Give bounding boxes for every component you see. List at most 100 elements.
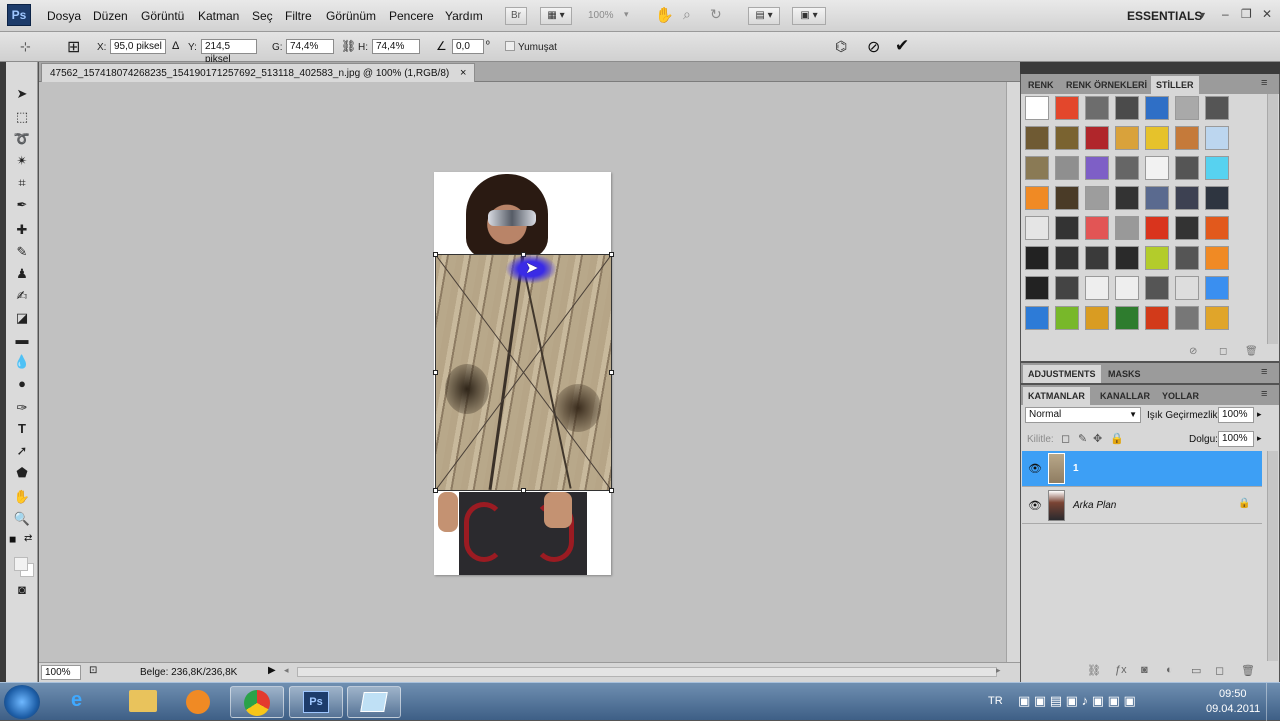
style-preset-swatch[interactable] [1115,246,1139,270]
style-preset-swatch[interactable] [1145,246,1169,270]
style-preset-swatch[interactable] [1205,126,1229,150]
fill-slider-icon[interactable]: ▸ [1257,433,1262,444]
style-preset-swatch[interactable] [1145,186,1169,210]
taskbar-media-player[interactable] [172,686,226,718]
extras-button[interactable]: ▦ ▾ [540,7,572,25]
tab-yollar[interactable]: YOLLAR [1157,387,1204,405]
antialias-checkbox[interactable] [505,41,515,51]
lasso-tool-icon[interactable]: ➰ [10,129,34,149]
fill-field[interactable]: 100% [1218,431,1254,447]
style-preset-swatch[interactable] [1115,156,1139,180]
tab-renk-ornekleri[interactable]: RENK ÖRNEKLERİ [1061,76,1152,94]
menu-yardim[interactable]: Yardım [445,9,483,23]
magic-wand-tool-icon[interactable]: ✴ [10,151,34,171]
menu-sec[interactable]: Seç [252,9,273,23]
menu-filtre[interactable]: Filtre [285,9,312,23]
style-preset-swatch[interactable] [1025,126,1049,150]
style-preset-swatch[interactable] [1055,126,1079,150]
menu-goruntu[interactable]: Görüntü [141,9,184,23]
close-icon[interactable]: ✕ [1262,7,1272,21]
menu-pencere[interactable]: Pencere [389,9,434,23]
close-document-icon[interactable]: × [460,67,466,79]
vertical-scrollbar[interactable] [1006,82,1020,662]
menu-katman[interactable]: Katman [198,9,239,23]
start-button[interactable] [4,685,40,719]
transform-preset-icon[interactable]: ⊹ [20,39,31,55]
transform-handle-bottom-right[interactable] [609,488,614,493]
new-layer-icon[interactable]: ◻ [1215,664,1224,677]
style-preset-swatch[interactable] [1025,276,1049,300]
healing-brush-tool-icon[interactable]: ✚ [10,220,34,240]
crop-tool-icon[interactable]: ⌗ [10,173,34,193]
taskbar-app[interactable] [347,686,401,718]
style-preset-swatch[interactable] [1115,96,1139,120]
lock-transparency-icon[interactable]: ◻ [1061,432,1070,445]
commit-transform-icon[interactable]: ✔ [895,36,909,56]
bridge-button[interactable]: Br [505,7,527,25]
scroll-right-icon[interactable]: ▸ [996,665,1001,676]
style-preset-swatch[interactable] [1145,276,1169,300]
style-preset-swatch[interactable] [1085,156,1109,180]
style-preset-swatch[interactable] [1115,126,1139,150]
style-preset-swatch[interactable] [1025,216,1049,240]
style-preset-swatch[interactable] [1145,96,1169,120]
move-tool-icon[interactable]: ➤ [10,84,34,104]
quick-mask-icon[interactable]: ◙ [10,580,34,600]
lock-position-icon[interactable]: ✥ [1093,432,1102,445]
style-preset-swatch[interactable] [1115,186,1139,210]
layer-style-icon[interactable]: ƒx [1115,664,1127,676]
style-preset-swatch[interactable] [1145,306,1169,330]
taskbar-explorer[interactable] [116,686,170,718]
style-preset-swatch[interactable] [1055,96,1079,120]
style-preset-swatch[interactable] [1175,306,1199,330]
zoom-level-dropdown[interactable]: 100% [588,10,614,21]
tab-masks[interactable]: MASKS [1103,365,1146,383]
scroll-left-icon[interactable]: ◂ [284,665,289,676]
blend-mode-select[interactable]: Normal ▼ [1025,407,1141,423]
style-preset-swatch[interactable] [1205,216,1229,240]
style-preset-swatch[interactable] [1085,126,1109,150]
link-proportions-icon[interactable]: ⛓ [341,39,356,53]
eraser-tool-icon[interactable]: ◪ [10,308,34,328]
style-preset-swatch[interactable] [1205,186,1229,210]
add-mask-icon[interactable]: ◙ [1141,664,1148,676]
style-preset-swatch[interactable] [1175,246,1199,270]
panel-menu-icon[interactable]: ≡ [1261,77,1267,89]
style-preset-swatch[interactable] [1055,246,1079,270]
transform-handle-bottom-left[interactable] [433,488,438,493]
delete-style-icon[interactable]: 🗑 [1245,346,1258,357]
visibility-eye-icon[interactable]: 👁 [1028,462,1042,475]
dodge-tool-icon[interactable]: ● [10,374,34,394]
style-preset-swatch[interactable] [1205,306,1229,330]
style-preset-swatch[interactable] [1205,96,1229,120]
minimize-icon[interactable]: – [1222,7,1229,21]
lock-image-icon[interactable]: ✎ [1078,432,1087,445]
clock-time[interactable]: 09:50 [1219,688,1247,700]
style-preset-swatch[interactable] [1145,126,1169,150]
free-transform-box[interactable] [435,254,612,491]
style-preset-swatch[interactable] [1055,186,1079,210]
relative-position-icon[interactable]: Δ [172,40,179,52]
zoom-tool-icon[interactable]: 🔍 [10,509,34,529]
reference-point-icon[interactable]: ⊞ [67,37,80,57]
adjustment-layer-icon[interactable]: ◐ [1166,664,1173,676]
style-preset-swatch[interactable] [1175,156,1199,180]
opacity-field[interactable]: 100% [1218,407,1254,423]
style-preset-swatch[interactable] [1055,216,1079,240]
style-preset-swatch[interactable] [1055,276,1079,300]
document-tab[interactable]: 47562_157418074268235_154190171257692_51… [41,63,476,82]
link-layers-icon[interactable]: ⛓ [1087,664,1101,677]
style-preset-swatch[interactable] [1205,246,1229,270]
status-menu-arrow-icon[interactable]: ▶ [268,665,276,676]
status-icon[interactable]: ⊡ [89,665,97,676]
style-preset-swatch[interactable] [1085,246,1109,270]
style-preset-swatch[interactable] [1145,156,1169,180]
marquee-tool-icon[interactable]: ⬚ [10,107,34,127]
tab-renk[interactable]: RENK [1023,76,1059,94]
horizontal-scrollbar[interactable] [297,667,997,677]
rotate-angle-field[interactable]: 0,0 [452,39,484,54]
type-tool-icon[interactable]: T [10,419,34,439]
transform-handle-left[interactable] [433,370,438,375]
taskbar-ie[interactable]: e [56,686,110,718]
style-preset-swatch[interactable] [1115,306,1139,330]
